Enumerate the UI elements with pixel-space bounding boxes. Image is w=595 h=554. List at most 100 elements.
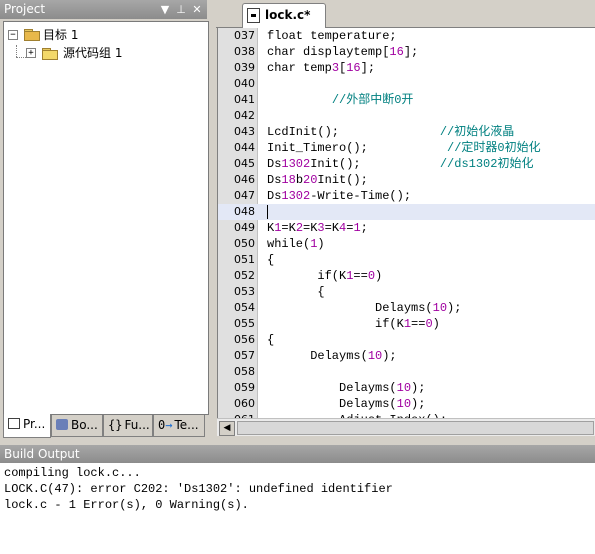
output-line: lock.c - 1 Error(s), 0 Warning(s). <box>4 498 249 512</box>
project-panel-titlebar: Project ▼ ⊥ ✕ <box>0 0 207 19</box>
line-number: 041 <box>234 93 255 106</box>
code-text: K1=K2=K3=K4=1; <box>267 221 368 235</box>
code-line[interactable]: 047 Ds1302-Write-Time(); <box>218 188 595 204</box>
build-output-titlebar: Build Output <box>0 445 595 463</box>
code-text: Delayms(10); <box>267 349 397 363</box>
line-number: 056 <box>234 333 255 346</box>
code-line[interactable]: 057 Delayms(10); <box>218 348 595 364</box>
line-number: 040 <box>234 77 255 90</box>
books-icon <box>56 419 68 430</box>
code-text: //外部中断0开 <box>331 93 414 107</box>
output-line: compiling lock.c... <box>4 466 141 480</box>
build-output-title: Build Output <box>4 447 80 461</box>
line-number: 046 <box>234 173 255 186</box>
code-line[interactable]: 044 Init_Timero(); //定时器0初始化 <box>218 140 595 156</box>
line-number: 053 <box>234 285 255 298</box>
code-line[interactable]: 058 <box>218 364 595 380</box>
code-line[interactable]: 042 <box>218 108 595 124</box>
project-panel-tabs: Pr... Bo... {} Fu... 0→ Te... <box>0 414 211 440</box>
code-editor[interactable]: 037 float temperature; 038 char displaytemp… <box>217 28 595 418</box>
line-number: 037 <box>234 29 255 42</box>
tab-label: Bo... <box>71 418 98 432</box>
line-number: 055 <box>234 317 255 330</box>
tree-connector <box>16 45 17 57</box>
target-folder-icon <box>24 29 40 41</box>
code-line[interactable]: 049 K1=K2=K3=K4=1; <box>218 220 595 236</box>
code-text: Delayms(10); <box>267 301 462 315</box>
code-line[interactable]: 051 { <box>218 252 595 268</box>
code-text: Delayms(10); <box>267 381 426 395</box>
code-line[interactable]: 039 char temp3[16]; <box>218 60 595 76</box>
code-line[interactable]: 048 <box>218 204 595 220</box>
project-panel-title: Project <box>4 2 46 16</box>
expand-icon[interactable]: + <box>26 48 36 58</box>
templates-icon: 0→ <box>158 418 173 432</box>
code-line[interactable]: 052 if(K1==0) <box>218 268 595 284</box>
scrollbar-thumb[interactable] <box>237 421 594 435</box>
code-line[interactable]: 059 Delayms(10); <box>218 380 595 396</box>
line-number: 043 <box>234 125 255 138</box>
code-line[interactable]: 046 Ds18b20Init(); <box>218 172 595 188</box>
close-icon[interactable]: ✕ <box>190 0 204 19</box>
line-number: 042 <box>234 109 255 122</box>
text-caret <box>267 205 268 219</box>
file-icon <box>247 8 260 23</box>
line-number: 050 <box>234 237 255 250</box>
build-output-panel[interactable]: compiling lock.c... LOCK.C(47): error C2… <box>0 463 595 554</box>
code-line[interactable]: 060 Delayms(10); <box>218 396 595 412</box>
pin-icon[interactable]: ⊥ <box>174 0 188 19</box>
code-line[interactable]: 050 while(1) <box>218 236 595 252</box>
code-text: { <box>267 253 275 267</box>
tab-functions[interactable]: {} Fu... <box>103 415 153 437</box>
code-text: { <box>267 285 325 299</box>
code-line[interactable]: 056 { <box>218 332 595 348</box>
code-line[interactable]: 045 Ds1302Init(); //ds1302初始化 <box>218 156 595 172</box>
tab-label: Fu... <box>124 418 150 432</box>
tab-templates[interactable]: 0→ Te... <box>153 415 205 437</box>
code-text: char displaytemp[16]; <box>267 45 419 59</box>
line-number: 058 <box>234 365 255 378</box>
scroll-left-arrow-icon[interactable]: ◀ <box>219 421 235 436</box>
line-number: 044 <box>234 141 255 154</box>
project-tree: − 目标 1 + 源代码组 1 <box>3 21 209 415</box>
code-text: Ds1302Init(); //ds1302初始化 <box>267 157 534 171</box>
collapse-icon[interactable]: − <box>8 30 18 40</box>
tab-lock-c[interactable]: lock.c* <box>242 3 326 28</box>
code-line[interactable]: 038 char displaytemp[16]; <box>218 44 595 60</box>
code-line[interactable]: 054 Delayms(10); <box>218 300 595 316</box>
line-number: 052 <box>234 269 255 282</box>
file-tab-label: lock.c* <box>265 8 311 22</box>
braces-icon: {} <box>108 418 123 432</box>
line-number: 051 <box>234 253 255 266</box>
tab-books[interactable]: Bo... <box>51 415 103 437</box>
code-text: { <box>267 333 275 347</box>
code-text: float temperature; <box>267 29 397 43</box>
tree-item-target[interactable]: − 目标 1 <box>8 26 198 44</box>
line-number: 038 <box>234 45 255 58</box>
code-text: char temp3[16]; <box>267 61 376 75</box>
code-line[interactable]: 041 //外部中断0开 <box>218 92 595 108</box>
tree-item-label: 目标 1 <box>43 28 79 42</box>
code-line[interactable]: 040 <box>218 76 595 92</box>
line-number: 039 <box>234 61 255 74</box>
horizontal-scrollbar[interactable]: ◀ <box>217 418 595 436</box>
code-line[interactable]: 053 { <box>218 284 595 300</box>
line-number: 049 <box>234 221 255 234</box>
tree-item-source-group[interactable]: + 源代码组 1 <box>26 44 196 62</box>
code-text: if(K1==0) <box>267 269 383 283</box>
code-text: if(K1==0) <box>267 317 440 331</box>
tab-label: Te... <box>174 418 199 432</box>
output-line: LOCK.C(47): error C202: 'Ds1302': undefi… <box>4 482 393 496</box>
code-text: Init_Timero(); //定时器0初始化 <box>267 141 541 155</box>
tab-project[interactable]: Pr... <box>3 414 51 438</box>
code-line[interactable]: 043 LcdInit(); //初始化液晶 <box>218 124 595 140</box>
dropdown-arrow-icon[interactable]: ▼ <box>158 0 172 19</box>
line-number: 057 <box>234 349 255 362</box>
tab-label: Pr... <box>23 417 46 431</box>
project-icon <box>8 418 20 429</box>
code-line[interactable]: 037 float temperature; <box>218 28 595 44</box>
line-number: 045 <box>234 157 255 170</box>
code-line[interactable]: 055 if(K1==0) <box>218 316 595 332</box>
line-number: 048 <box>234 205 255 218</box>
code-text: LcdInit(); //初始化液晶 <box>267 125 515 139</box>
